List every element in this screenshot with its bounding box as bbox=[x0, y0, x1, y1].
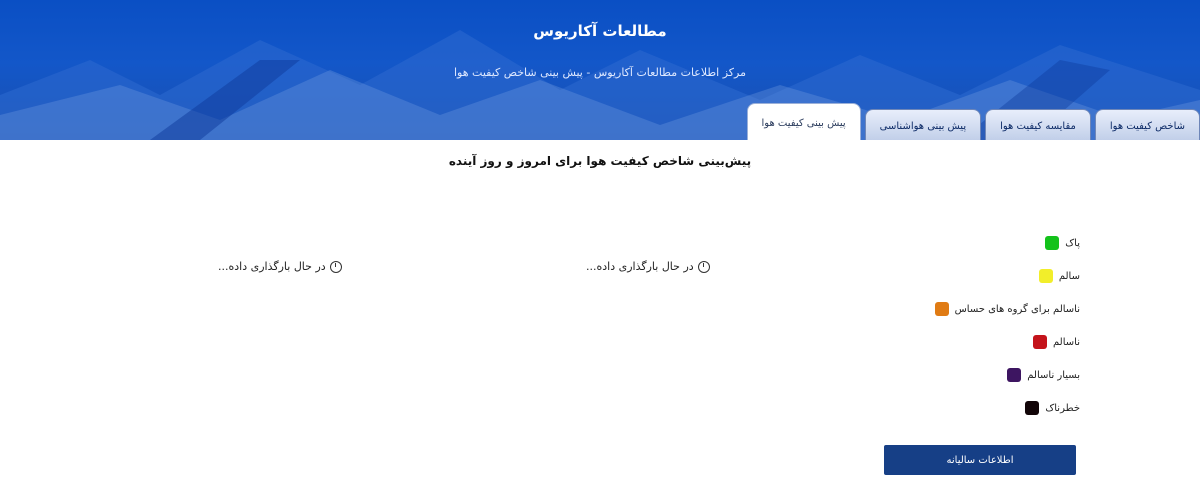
loading-text: در حال بارگذاری داده... bbox=[586, 260, 694, 273]
legend-label: ناسالم برای گروه های حساس bbox=[954, 303, 1080, 315]
site-subtitle: مرکز اطلاعات مطالعات آکاریوس - پیش بینی … bbox=[453, 66, 746, 79]
annual-data-button[interactable]: اطلاعات سالیانه bbox=[884, 445, 1076, 475]
site-title: مطالعات آکاریوس bbox=[533, 22, 667, 40]
legend-swatch bbox=[1033, 335, 1048, 349]
legend-label: خطرناک bbox=[1045, 402, 1080, 414]
legend-swatch bbox=[1007, 368, 1022, 382]
legend-label: پاک bbox=[1065, 237, 1080, 249]
page-title: پیش‌بینی شاخص کیفیت هوا برای امروز و روز… bbox=[448, 154, 752, 168]
legend-item: بسیار ناسالم bbox=[1007, 366, 1080, 384]
legend-item: پاک bbox=[1045, 234, 1080, 252]
legend-item: ناسالم برای گروه های حساس bbox=[934, 300, 1080, 318]
legend-label: بسیار ناسالم bbox=[1027, 369, 1080, 381]
loading-text: در حال بارگذاری داده... bbox=[218, 260, 326, 273]
legend-label: سالم bbox=[1058, 270, 1080, 282]
aqi-legend: پاک سالم ناسالم برای گروه های حساس ناسال… bbox=[934, 234, 1080, 417]
loading-spinner-icon bbox=[697, 260, 710, 273]
tab-air-quality-comparison[interactable]: مقایسه کیفیت هوا bbox=[985, 109, 1091, 140]
loading-status-tomorrow: در حال بارگذاری داده... bbox=[218, 260, 342, 273]
forecast-panel: پیش‌بینی شاخص کیفیت هوا برای امروز و روز… bbox=[0, 140, 1200, 480]
tab-bar: شاخص کیفیت هوا مقایسه کیفیت هوا پیش بینی… bbox=[746, 100, 1200, 140]
loading-spinner-icon bbox=[329, 260, 342, 273]
tab-air-quality-index[interactable]: شاخص کیفیت هوا bbox=[1094, 109, 1200, 140]
loading-status-today: در حال بارگذاری داده... bbox=[586, 260, 710, 273]
legend-label: ناسالم bbox=[1053, 336, 1080, 348]
tab-air-quality-forecast[interactable]: پیش بینی کیفیت هوا bbox=[746, 103, 861, 140]
legend-swatch bbox=[1025, 401, 1040, 415]
legend-swatch bbox=[1038, 269, 1053, 283]
legend-swatch bbox=[1045, 236, 1060, 250]
site-header: مطالعات آکاریوس مرکز اطلاعات مطالعات آکا… bbox=[0, 0, 1200, 140]
legend-item: ناسالم bbox=[1033, 333, 1080, 351]
legend-item: خطرناک bbox=[1025, 399, 1080, 417]
tab-weather-forecast[interactable]: پیش بینی هواشناسی bbox=[864, 109, 982, 140]
legend-swatch bbox=[934, 302, 949, 316]
legend-item: سالم bbox=[1038, 267, 1080, 285]
